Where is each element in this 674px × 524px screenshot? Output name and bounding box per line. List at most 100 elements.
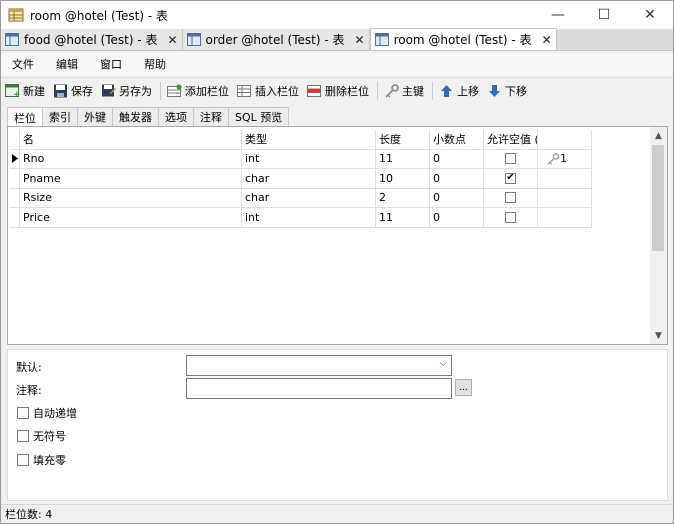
insert-field-button[interactable]: 插入栏位 [237, 81, 299, 101]
nullable-checkbox[interactable]: ✔ [484, 169, 538, 189]
status-bar: 栏位数: 4 [1, 504, 673, 523]
save-as-button[interactable]: 另存为 [101, 81, 152, 101]
field-name-cell[interactable]: Rsize [20, 188, 242, 208]
close-button[interactable]: ✕ [627, 1, 673, 29]
field-decimals-cell[interactable]: 0 [430, 169, 484, 189]
unsigned-checkbox[interactable] [17, 430, 29, 442]
grid-header-row: 名 类型 长度 小数点 允许空值 ( [10, 130, 592, 150]
nullable-checkbox[interactable] [484, 188, 538, 208]
field-length-cell[interactable]: 2 [376, 188, 430, 208]
header-type[interactable]: 类型 [242, 130, 376, 150]
tab-order[interactable]: order @hotel (Test) - 表 ✕ [182, 29, 370, 50]
checkbox-unchecked[interactable] [505, 153, 516, 165]
tab-fields[interactable]: 栏位 [7, 107, 43, 127]
field-type-cell[interactable]: int [242, 208, 376, 228]
checkbox-unchecked[interactable] [505, 192, 516, 204]
fields-grid: 名 类型 长度 小数点 允许空值 ( Rno int 11 0 1 Pname … [7, 126, 668, 345]
scroll-up-icon[interactable]: ▲ [650, 127, 667, 144]
table-app-icon [8, 8, 24, 22]
tab-close-icon[interactable]: ✕ [355, 33, 365, 47]
tab-indexes[interactable]: 索引 [42, 107, 78, 126]
field-type-cell[interactable]: int [242, 149, 376, 169]
field-name-cell[interactable]: Rno [20, 149, 242, 169]
table-icon [186, 33, 201, 46]
unsigned-option[interactable]: 无符号 [17, 428, 66, 444]
browse-button[interactable]: ... [455, 379, 472, 396]
scrollbar-thumb[interactable] [652, 145, 664, 251]
checkbox-checked[interactable]: ✔ [505, 172, 516, 184]
table-row[interactable]: Rsize char 2 0 [10, 188, 592, 208]
header-not-null[interactable]: 允许空值 ( [484, 130, 538, 150]
primary-key-cell[interactable] [538, 208, 592, 228]
default-select[interactable]: ⌵ [186, 355, 452, 376]
primary-key-button[interactable]: 主键 [384, 81, 424, 101]
add-field-label: 添加栏位 [185, 84, 229, 98]
menu-help[interactable]: 帮助 [137, 56, 173, 72]
field-decimals-cell[interactable]: 0 [430, 188, 484, 208]
window-title: room @hotel (Test) - 表 [30, 8, 168, 23]
minimize-icon: — [551, 7, 565, 23]
tab-sql-preview[interactable]: SQL 预览 [228, 107, 290, 126]
tab-close-icon[interactable]: ✕ [542, 33, 552, 47]
table-icon [374, 33, 389, 46]
field-type-cell[interactable]: char [242, 188, 376, 208]
auto-increment-option[interactable]: 自动递增 [17, 405, 77, 421]
table-row[interactable]: Price int 11 0 [10, 208, 592, 228]
field-decimals-cell[interactable]: 0 [430, 149, 484, 169]
tab-triggers[interactable]: 触发器 [112, 107, 159, 126]
tab-options[interactable]: 选项 [158, 107, 194, 126]
delete-field-icon [307, 84, 321, 97]
new-button[interactable]: + 新建 [5, 81, 45, 101]
primary-key-cell[interactable] [538, 188, 592, 208]
menu-bar: 文件 编辑 窗口 帮助 [1, 53, 673, 75]
field-length-cell[interactable]: 11 [376, 149, 430, 169]
field-type-cell[interactable]: char [242, 169, 376, 189]
move-down-button[interactable]: 下移 [487, 81, 527, 101]
grid-scrollbar[interactable]: ▲ ▼ [650, 127, 667, 344]
menu-edit[interactable]: 编辑 [49, 56, 85, 72]
tab-label: room @hotel (Test) - 表 [393, 33, 532, 47]
scroll-down-icon[interactable]: ▼ [650, 327, 667, 344]
field-decimals-cell[interactable]: 0 [430, 208, 484, 228]
zerofill-checkbox[interactable] [17, 454, 29, 466]
delete-field-button[interactable]: 删除栏位 [307, 81, 369, 101]
primary-key-label: 主键 [402, 84, 424, 98]
comment-input[interactable] [186, 378, 452, 399]
table-row[interactable]: Rno int 11 0 1 [10, 149, 592, 169]
nullable-checkbox[interactable] [484, 149, 538, 169]
field-name-cell[interactable]: Pname [20, 169, 242, 189]
primary-key-cell[interactable]: 1 [538, 149, 592, 169]
move-up-label: 上移 [457, 84, 479, 98]
document-tabs: food @hotel (Test) - 表 ✕ order @hotel (T… [1, 28, 673, 51]
field-name-cell[interactable]: Price [20, 208, 242, 228]
table-row[interactable]: Pname char 10 0 ✔ [10, 169, 592, 189]
add-field-button[interactable]: 添加栏位 [167, 81, 229, 101]
unsigned-label: 无符号 [33, 430, 66, 443]
add-field-icon [167, 84, 182, 97]
header-length[interactable]: 长度 [376, 130, 430, 150]
maximize-button[interactable]: ☐ [581, 1, 627, 29]
move-up-button[interactable]: 上移 [439, 81, 479, 101]
menu-file[interactable]: 文件 [5, 56, 41, 72]
tab-foreign-keys[interactable]: 外键 [77, 107, 113, 126]
header-name[interactable]: 名 [20, 130, 242, 150]
zerofill-option[interactable]: 填充零 [17, 452, 66, 468]
tab-close-icon[interactable]: ✕ [167, 33, 177, 47]
tab-comment[interactable]: 注释 [193, 107, 229, 126]
auto-increment-checkbox[interactable] [17, 407, 29, 419]
menu-window[interactable]: 窗口 [93, 56, 129, 72]
key-order: 1 [560, 152, 567, 166]
tab-food[interactable]: food @hotel (Test) - 表 ✕ [1, 29, 183, 50]
primary-key-cell[interactable] [538, 169, 592, 189]
tab-room[interactable]: room @hotel (Test) - 表 ✕ [369, 28, 557, 50]
field-length-cell[interactable]: 11 [376, 208, 430, 228]
nullable-checkbox[interactable] [484, 208, 538, 228]
checkbox-unchecked[interactable] [505, 211, 516, 223]
toolbar-separator [160, 81, 161, 100]
minimize-button[interactable]: — [535, 1, 581, 29]
field-length-cell[interactable]: 10 [376, 169, 430, 189]
save-label: 保存 [71, 84, 93, 98]
header-decimals[interactable]: 小数点 [430, 130, 484, 150]
save-button[interactable]: 保存 [53, 81, 93, 101]
insert-field-icon [237, 84, 251, 97]
